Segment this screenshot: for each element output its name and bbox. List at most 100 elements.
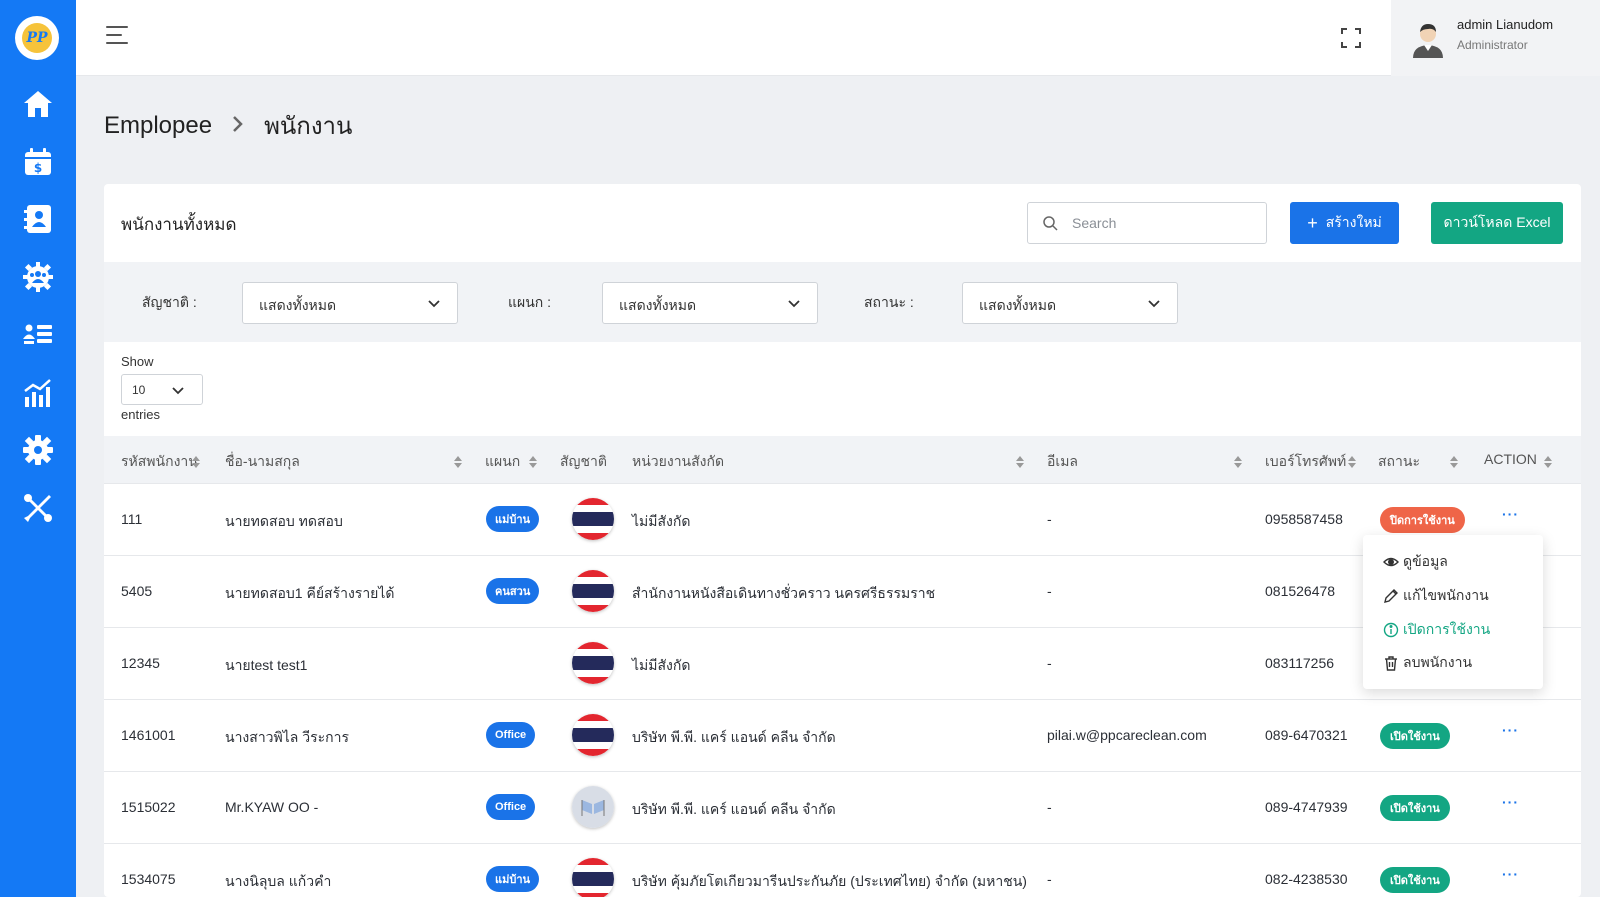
- address-book-icon[interactable]: [20, 201, 56, 237]
- search-icon: [1043, 216, 1058, 231]
- more-actions-icon[interactable]: ···: [1502, 794, 1519, 810]
- email: -: [1047, 511, 1052, 527]
- create-button[interactable]: + สร้างใหม่: [1290, 202, 1399, 244]
- gear-icon[interactable]: [20, 432, 56, 468]
- thailand-flag-icon: [572, 858, 614, 897]
- filter-select-department[interactable]: แสดงทั้งหมด: [602, 282, 818, 324]
- logo[interactable]: PP: [15, 16, 59, 60]
- search-input[interactable]: [1072, 212, 1252, 234]
- employee-id: 1534075: [121, 871, 176, 887]
- more-actions-icon[interactable]: ···: [1502, 722, 1519, 738]
- table-row: 5405 นายทดสอบ1 คีย์สร้างรายได้ คนสวน สำน…: [104, 556, 1581, 628]
- show-label: Show: [121, 354, 154, 369]
- employee-card: พนักงานทั้งหมด + สร้างใหม่ ดาวน์โหลด Exc…: [104, 184, 1581, 897]
- breadcrumb: Emplopee พนักงาน: [104, 106, 352, 145]
- email: -: [1047, 583, 1052, 599]
- column-header-phone[interactable]: เบอร์โทรศัพท์: [1265, 451, 1346, 473]
- user-name: admin Lianudom: [1457, 17, 1554, 32]
- employee-id: 5405: [121, 583, 153, 599]
- more-actions-icon[interactable]: ···: [1502, 866, 1519, 882]
- tools-icon[interactable]: [20, 490, 56, 526]
- chevron-down-icon: [788, 300, 800, 308]
- employee-name: นางสาวพิไล วีระการ: [225, 729, 350, 745]
- activate-item[interactable]: เปิดการใช้งาน: [1383, 619, 1490, 641]
- plus-icon: +: [1307, 212, 1318, 233]
- sort-icon[interactable]: [1234, 456, 1242, 468]
- employee-name: นายtest test1: [225, 657, 308, 673]
- chevron-down-icon: [1148, 300, 1160, 308]
- department-badge: Office: [486, 794, 536, 820]
- filter-select-nationality[interactable]: แสดงทั้งหมด: [242, 282, 458, 324]
- user-menu[interactable]: admin Lianudom Administrator: [1391, 0, 1600, 76]
- table-row: 1515022 Mr.KYAW OO - Office บริษัท พี.พี…: [104, 772, 1581, 844]
- more-actions-icon[interactable]: ···: [1502, 506, 1519, 522]
- users-gear-icon[interactable]: [20, 259, 56, 295]
- column-header-department[interactable]: แผนก: [485, 451, 520, 473]
- sort-icon[interactable]: [1450, 456, 1458, 468]
- fullscreen-icon[interactable]: [1339, 26, 1363, 50]
- column-header-name[interactable]: ชื่อ-นามสกุล: [225, 451, 300, 473]
- sort-icon[interactable]: [1016, 456, 1024, 468]
- card-title: พนักงานทั้งหมด: [121, 215, 237, 234]
- column-header-organization[interactable]: หน่วยงานสังกัด: [632, 451, 724, 473]
- organization: บริษัท พี.พี. แคร์ แอนด์ คลีน จำกัด: [632, 801, 836, 817]
- info-icon: [1383, 622, 1399, 638]
- column-header-email[interactable]: อีเมล: [1047, 451, 1078, 473]
- topbar: admin Lianudom Administrator: [76, 0, 1600, 76]
- status-badge: เปิดใช้งาน: [1380, 723, 1450, 749]
- action-menu: ดูข้อมูล แก้ไขพนักงาน เปิดการใช้งาน ลบพน…: [1363, 535, 1543, 689]
- sort-icon[interactable]: [1348, 456, 1356, 468]
- organization: ไม่มีสังกัด: [632, 513, 691, 529]
- view-details-item[interactable]: ดูข้อมูล: [1383, 551, 1448, 573]
- breadcrumb-parent[interactable]: Emplopee: [104, 112, 212, 140]
- column-header-id[interactable]: รหัสพนักงาน: [121, 451, 198, 473]
- phone: 0958587458: [1265, 511, 1343, 527]
- filter-label-department: แผนก :: [508, 294, 552, 310]
- menu-item-label: แก้ไขพนักงาน: [1403, 587, 1489, 603]
- user-list-icon[interactable]: [20, 316, 56, 352]
- filter-label-status: สถานะ :: [864, 294, 914, 310]
- eye-icon: [1383, 557, 1399, 567]
- filter-value: แสดงทั้งหมด: [259, 297, 337, 313]
- sort-icon[interactable]: [454, 456, 462, 468]
- edit-employee-item[interactable]: แก้ไขพนักงาน: [1383, 585, 1489, 607]
- menu-toggle-icon[interactable]: [106, 26, 132, 50]
- sort-icon[interactable]: [1544, 456, 1552, 468]
- thailand-flag-icon: [572, 642, 614, 684]
- page-size-select[interactable]: 10: [121, 374, 203, 405]
- chevron-down-icon: [428, 300, 440, 308]
- column-header-nationality[interactable]: สัญชาติ: [560, 451, 607, 473]
- chart-icon[interactable]: [20, 375, 56, 411]
- phone: 083117256: [1265, 655, 1335, 671]
- employee-name: นางนิลุบล แก้วคำ: [225, 873, 332, 889]
- avatar: [1411, 20, 1445, 58]
- employee-name: Mr.KYAW OO -: [225, 799, 319, 815]
- sort-icon[interactable]: [192, 456, 200, 468]
- chevron-right-icon: [232, 113, 244, 139]
- organization: สำนักงานหนังสือเดินทางชั่วคราว นครศรีธรร…: [632, 585, 936, 601]
- filter-select-status[interactable]: แสดงทั้งหมด: [962, 282, 1178, 324]
- download-excel-button[interactable]: ดาวน์โหลด Excel: [1431, 202, 1563, 244]
- phone: 089-4747939: [1265, 799, 1348, 815]
- column-header-status[interactable]: สถานะ: [1378, 451, 1420, 473]
- breadcrumb-current: พนักงาน: [264, 113, 353, 140]
- pencil-icon: [1384, 589, 1398, 603]
- delete-employee-item[interactable]: ลบพนักงาน: [1383, 652, 1472, 674]
- organization: ไม่มีสังกัด: [632, 657, 691, 673]
- email: -: [1047, 799, 1052, 815]
- calendar-dollar-icon[interactable]: $: [20, 144, 56, 180]
- phone: 089-6470321: [1265, 727, 1348, 743]
- employee-name: นายทดสอบ ทดสอบ: [225, 513, 343, 529]
- employee-id: 1461001: [121, 727, 176, 743]
- department-badge: แม่บ้าน: [486, 866, 540, 892]
- menu-item-label: ดูข้อมูล: [1403, 553, 1448, 569]
- email: pilai.w@ppcareclean.com: [1047, 727, 1207, 743]
- home-icon[interactable]: [20, 86, 56, 122]
- sort-icon[interactable]: [529, 456, 537, 468]
- table-row: 12345 นายtest test1 ไม่มีสังกัด - 083117…: [104, 628, 1581, 700]
- table-row: 1534075 นางนิลุบล แก้วคำ แม่บ้าน บริษัท …: [104, 844, 1581, 897]
- myanmar-flag-icon: [572, 786, 614, 828]
- thailand-flag-icon: [572, 498, 614, 540]
- status-badge: ปิดการใช้งาน: [1380, 507, 1465, 533]
- organization: บริษัท พี.พี. แคร์ แอนด์ คลีน จำกัด: [632, 729, 836, 745]
